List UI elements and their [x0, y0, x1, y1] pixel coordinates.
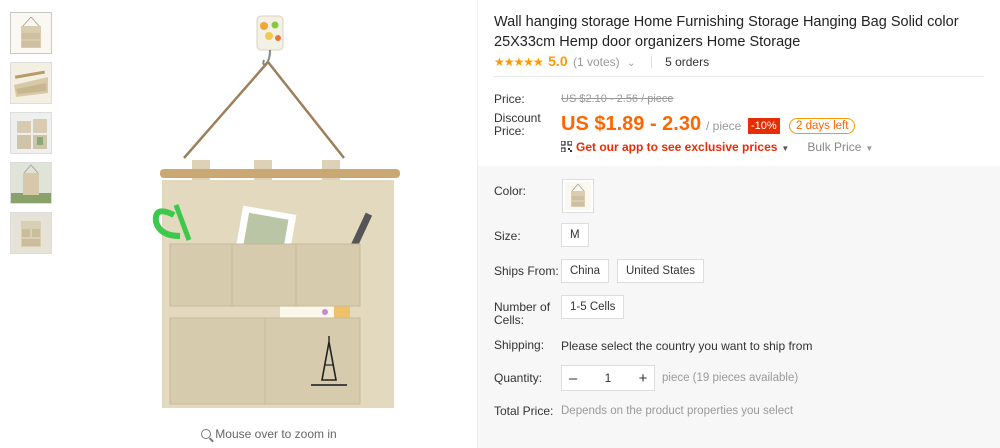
- total-price-text: Depends on the product properties you se…: [561, 405, 794, 417]
- votes-count[interactable]: (1 votes): [573, 55, 620, 69]
- caret-down-icon[interactable]: ▼: [781, 144, 789, 153]
- price-label: Price:: [494, 92, 525, 106]
- days-left-badge: 2 days left: [789, 118, 856, 134]
- rating-row: ★★★★★ 5.0 (1 votes) ⌄ 5 orders: [494, 53, 984, 77]
- thumbnail-list: [10, 12, 52, 262]
- thumbnail-2[interactable]: [10, 62, 52, 104]
- total-price-label: Total Price:: [494, 404, 554, 418]
- qr-code-icon: [561, 141, 572, 152]
- zoom-hint: Mouse over to zoom in: [64, 427, 474, 441]
- app-promo-row: Get our app to see exclusive prices ▼ Bulk…: [561, 140, 873, 154]
- orders-count: 5 orders: [665, 55, 710, 69]
- discount-price: US $1.89 - 2.30: [561, 113, 702, 135]
- quantity-availability: piece (19 pieces available): [662, 372, 799, 384]
- product-title: Wall hanging storage Home Furnishing Sto…: [494, 14, 959, 50]
- quantity-stepper: – 1 +: [561, 365, 655, 391]
- cells-label: Number of Cells:: [494, 300, 551, 327]
- thumbnail-5[interactable]: [10, 212, 52, 254]
- original-price: US $2.10 - 2.56 / piece: [561, 93, 674, 105]
- size-option[interactable]: M: [561, 223, 589, 247]
- product-detail-panel: Wall hanging storage Home Furnishing Sto…: [477, 0, 1000, 448]
- thumbnail-3[interactable]: [10, 112, 52, 154]
- color-option-swatch[interactable]: [562, 179, 594, 213]
- star-rating-icon[interactable]: ★★★★★: [494, 55, 544, 69]
- size-label: Size:: [494, 229, 521, 243]
- shipping-label: Shipping:: [494, 338, 545, 352]
- quantity-input[interactable]: 1: [584, 371, 632, 385]
- thumbnail-4[interactable]: [10, 162, 52, 204]
- increment-button[interactable]: +: [632, 370, 654, 387]
- rating-value[interactable]: 5.0: [548, 53, 567, 69]
- price-unit: / piece: [706, 119, 742, 133]
- main-product-image[interactable]: [64, 0, 474, 420]
- shipping-text: Please select the country you want to sh…: [561, 339, 813, 353]
- ships-from-china[interactable]: China: [561, 259, 610, 283]
- discount-badge: -10%: [748, 118, 780, 134]
- chevron-down-icon[interactable]: ⌄: [627, 58, 635, 69]
- caret-down-icon[interactable]: ▼: [865, 144, 873, 153]
- divider: [650, 56, 652, 68]
- bulk-price-link[interactable]: Bulk Price: [807, 140, 861, 154]
- app-promo-link[interactable]: Get our app to see exclusive prices: [576, 140, 777, 154]
- thumbnail-1[interactable]: [10, 12, 52, 54]
- color-label: Color:: [494, 184, 527, 198]
- quantity-label: Quantity:: [494, 371, 543, 385]
- discount-price-label: Discount Price:: [494, 111, 541, 138]
- decrement-button[interactable]: –: [562, 370, 584, 387]
- ships-from-label: Ships From:: [494, 264, 559, 278]
- magnifier-icon: [201, 429, 212, 439]
- ships-from-united-states[interactable]: United States: [617, 259, 705, 283]
- cells-option[interactable]: 1-5 Cells: [561, 295, 625, 319]
